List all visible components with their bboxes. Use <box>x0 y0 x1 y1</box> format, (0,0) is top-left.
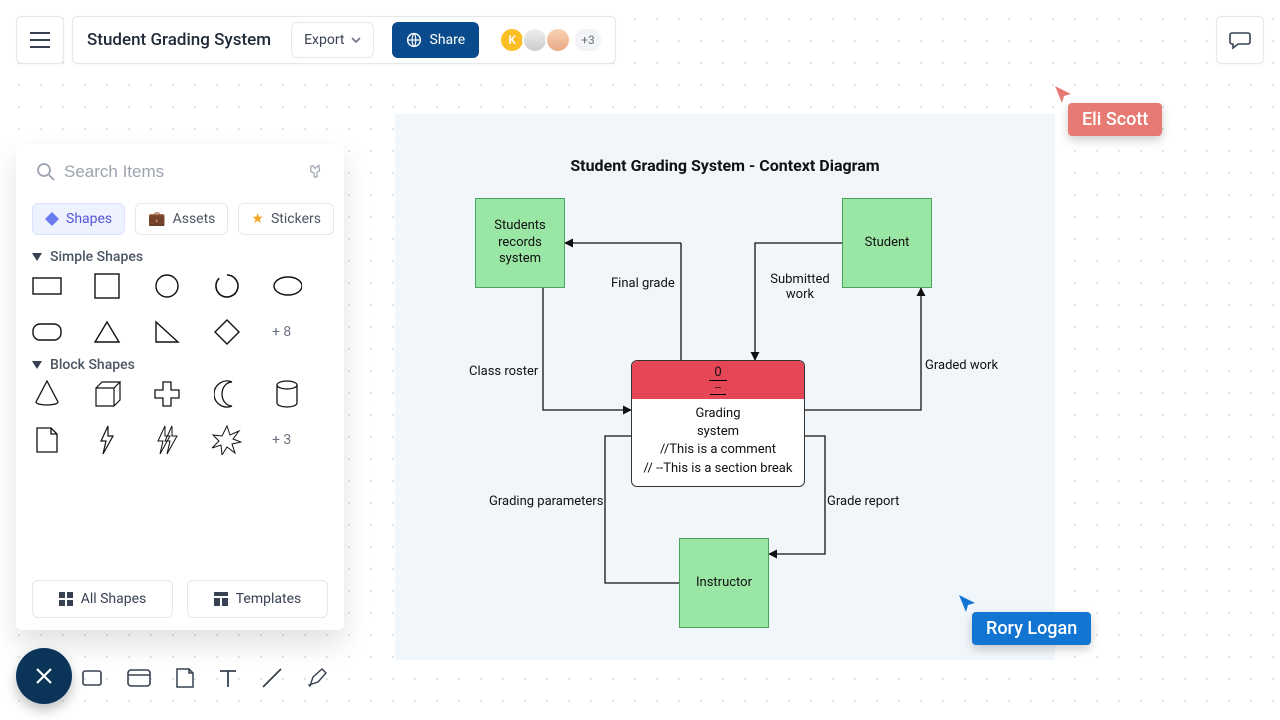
star-icon: ★ <box>251 211 264 227</box>
section-title: Block Shapes <box>50 357 135 373</box>
node-instructor[interactable]: Instructor <box>679 538 769 628</box>
cursor-label: Rory Logan <box>972 612 1091 645</box>
chat-bubble-icon <box>1229 30 1251 50</box>
tab-stickers[interactable]: ★ Stickers <box>238 203 334 235</box>
simple-shapes-more[interactable]: + 8 <box>272 324 291 340</box>
shape-cone[interactable] <box>32 383 62 405</box>
process-section: // --This is a section break <box>640 460 796 478</box>
templates-button[interactable]: Templates <box>187 580 328 618</box>
shape-bolt[interactable] <box>92 429 122 451</box>
shape-diamond[interactable] <box>212 321 242 343</box>
export-button[interactable]: Export <box>291 22 373 58</box>
share-button[interactable]: Share <box>392 22 480 58</box>
shape-arc[interactable] <box>212 275 242 297</box>
comments-button[interactable] <box>1216 16 1264 64</box>
label-final-grade: Final grade <box>611 276 675 291</box>
label-graded-work: Graded work <box>925 358 998 373</box>
process-name-2: system <box>640 423 796 441</box>
shape-cross[interactable] <box>152 383 182 405</box>
close-panel-button[interactable] <box>16 648 72 704</box>
template-icon <box>214 592 228 606</box>
section-title: Simple Shapes <box>50 249 143 265</box>
tab-label: Shapes <box>66 211 112 227</box>
panel-tabs: Shapes 💼 Assets ★ Stickers <box>32 203 328 235</box>
process-body: Grading system //This is a comment // --… <box>632 399 804 486</box>
all-shapes-button[interactable]: All Shapes <box>32 580 173 618</box>
process-comment: //This is a comment <box>640 441 796 459</box>
chevron-down-icon <box>32 253 42 261</box>
grid-icon <box>59 592 73 606</box>
bottom-toolbar <box>80 666 330 694</box>
tab-assets[interactable]: 💼 Assets <box>135 203 228 235</box>
shape-circle[interactable] <box>152 275 182 297</box>
cursor-icon <box>1054 85 1072 103</box>
cursor-label: Eli Scott <box>1068 103 1162 136</box>
node-records[interactable]: Students records system <box>475 198 565 288</box>
shape-note[interactable] <box>32 429 62 451</box>
tool-card[interactable] <box>126 667 152 693</box>
share-label: Share <box>430 32 466 48</box>
document-title[interactable]: Student Grading System <box>87 30 271 50</box>
tool-pen[interactable] <box>306 666 330 694</box>
label-class-roster: Class roster <box>469 364 538 379</box>
tool-note[interactable] <box>174 666 196 694</box>
collaborator-avatars[interactable]: K +3 <box>499 27 601 53</box>
briefcase-icon: 💼 <box>148 211 165 227</box>
cursor-eli: Eli Scott <box>1056 85 1162 136</box>
process-dashes: -- <box>710 381 726 395</box>
node-student[interactable]: Student <box>842 198 932 288</box>
shape-rectangle[interactable] <box>32 275 62 297</box>
label-grade-report: Grade report <box>827 494 899 509</box>
avatar-more-count[interactable]: +3 <box>575 29 601 51</box>
shape-cube[interactable] <box>92 383 122 405</box>
close-icon <box>34 666 54 686</box>
process-name-1: Grading <box>640 405 796 423</box>
shape-ellipse[interactable] <box>272 275 302 297</box>
templates-label: Templates <box>236 591 302 607</box>
tab-shapes[interactable]: Shapes <box>32 203 125 235</box>
avatar[interactable] <box>545 27 571 53</box>
label-submitted-work: Submitted work <box>765 272 835 302</box>
node-process[interactable]: 0 -- Grading system //This is a comment … <box>631 360 805 487</box>
section-block-shapes[interactable]: Block Shapes <box>32 357 328 373</box>
main-menu-button[interactable] <box>16 16 64 64</box>
shape-explosion[interactable] <box>212 429 242 451</box>
search-icon <box>36 162 56 182</box>
globe-icon <box>406 32 422 48</box>
tab-label: Assets <box>173 211 216 227</box>
process-id: 0 <box>709 365 726 381</box>
chevron-down-icon <box>351 37 361 43</box>
diamond-icon <box>45 212 59 226</box>
hamburger-icon <box>30 32 50 48</box>
diagram-canvas[interactable]: Student Grading System - Context Diagram… <box>395 114 1055 660</box>
pin-icon[interactable] <box>305 161 328 184</box>
shape-double-bolt[interactable] <box>152 429 182 451</box>
label-grading-parameters: Grading parameters <box>489 494 603 509</box>
top-header: Student Grading System Export Share K +3 <box>16 16 616 64</box>
section-simple-shapes[interactable]: Simple Shapes <box>32 249 328 265</box>
search-input[interactable] <box>64 162 300 182</box>
tool-line[interactable] <box>260 666 284 694</box>
export-label: Export <box>304 32 344 48</box>
shape-square[interactable] <box>92 275 122 297</box>
simple-shapes-grid: + 8 <box>32 275 328 343</box>
tool-rectangle[interactable] <box>80 666 104 694</box>
shape-triangle[interactable] <box>92 321 122 343</box>
tool-text[interactable] <box>218 667 238 693</box>
shapes-panel: Shapes 💼 Assets ★ Stickers Simple Shapes… <box>16 144 344 630</box>
all-shapes-label: All Shapes <box>81 591 147 607</box>
cursor-icon <box>958 594 976 612</box>
shape-cylinder[interactable] <box>272 383 302 405</box>
process-header: 0 -- <box>632 361 804 399</box>
shape-moon[interactable] <box>212 383 242 405</box>
chevron-down-icon <box>32 361 42 369</box>
cursor-rory: Rory Logan <box>960 594 1091 645</box>
search-row <box>32 156 328 193</box>
tab-label: Stickers <box>271 211 321 227</box>
title-bar: Student Grading System Export Share K +3 <box>72 16 616 64</box>
shape-rounded-rect[interactable] <box>32 321 62 343</box>
shape-right-triangle[interactable] <box>152 321 182 343</box>
block-shapes-more[interactable]: + 3 <box>272 432 291 448</box>
block-shapes-grid: + 3 <box>32 383 328 451</box>
